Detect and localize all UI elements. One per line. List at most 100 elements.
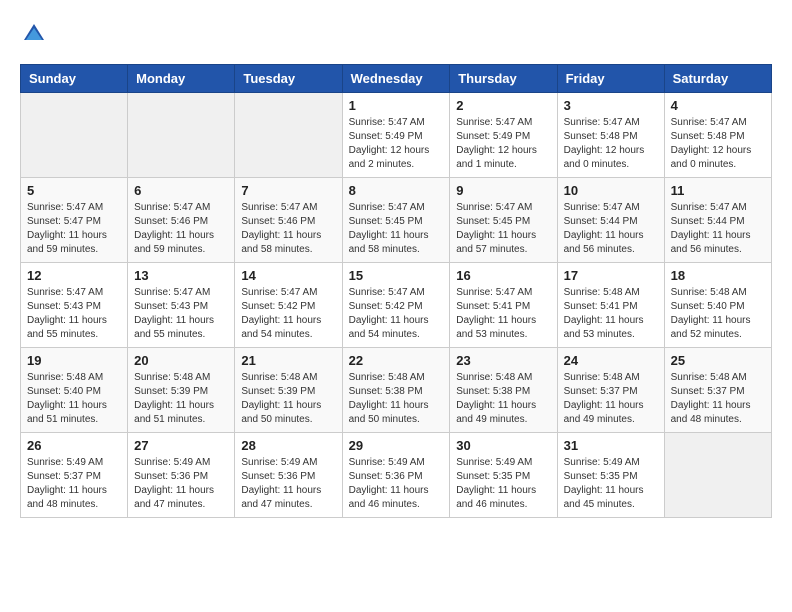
day-info: Sunrise: 5:49 AMSunset: 5:36 PMDaylight:… xyxy=(241,456,335,512)
day-number: 1 xyxy=(349,98,444,113)
day-info: Sunrise: 5:47 AMSunset: 5:46 PMDaylight:… xyxy=(134,201,228,257)
day-cell: 25Sunrise: 5:48 AMSunset: 5:37 PMDayligh… xyxy=(664,348,771,433)
day-number: 13 xyxy=(134,268,228,283)
day-cell: 22 Sunrise: 5:48 AMSunset: 5:38 PMDayligh… xyxy=(342,348,450,433)
day-cell xyxy=(21,93,128,178)
day-cell: 11 Sunrise: 5:47 AMSunset: 5:44 PMDayligh… xyxy=(664,178,771,263)
day-info: Sunrise: 5:47 AMSunset: 5:41 PMDaylight:… xyxy=(456,286,550,342)
day-number: 27 xyxy=(134,438,228,453)
day-number: 15 xyxy=(349,268,444,283)
day-number: 4 xyxy=(671,98,765,113)
week-row-5: 26 Sunrise: 5:49 AMSunset: 5:37 PMDayligh… xyxy=(21,433,772,518)
day-info: Sunrise: 5:47 AMSunset: 5:42 PMDaylight:… xyxy=(349,286,444,342)
day-info: Sunrise: 5:48 AMSunset: 5:39 PMDaylight:… xyxy=(241,371,335,427)
day-info: Sunrise: 5:47 AMSunset: 5:48 PMDaylight:… xyxy=(671,116,765,172)
day-info: Sunrise: 5:48 AMSunset: 5:41 PMDaylight:… xyxy=(564,286,658,342)
day-cell: 20Sunrise: 5:48 AMSunset: 5:39 PMDayligh… xyxy=(128,348,235,433)
calendar: SundayMondayTuesdayWednesdayThursdayFrid… xyxy=(20,64,772,518)
day-cell: 18 Sunrise: 5:48 AMSunset: 5:40 PMDayligh… xyxy=(664,263,771,348)
day-info: Sunrise: 5:48 AMSunset: 5:40 PMDaylight:… xyxy=(671,286,765,342)
day-info: Sunrise: 5:47 AMSunset: 5:45 PMDaylight:… xyxy=(349,201,444,257)
day-header-monday: Monday xyxy=(128,65,235,93)
day-header-wednesday: Wednesday xyxy=(342,65,450,93)
day-number: 12 xyxy=(27,268,121,283)
day-cell: 27 Sunrise: 5:49 AMSunset: 5:36 PMDayligh… xyxy=(128,433,235,518)
day-cell: 13Sunrise: 5:47 AMSunset: 5:43 PMDayligh… xyxy=(128,263,235,348)
day-cell: 24 Sunrise: 5:48 AMSunset: 5:37 PMDayligh… xyxy=(557,348,664,433)
day-cell: 23Sunrise: 5:48 AMSunset: 5:38 PMDayligh… xyxy=(450,348,557,433)
day-number: 28 xyxy=(241,438,335,453)
day-number: 24 xyxy=(564,353,658,368)
day-cell: 2Sunrise: 5:47 AMSunset: 5:49 PMDaylight… xyxy=(450,93,557,178)
day-header-sunday: Sunday xyxy=(21,65,128,93)
day-cell xyxy=(128,93,235,178)
day-number: 5 xyxy=(27,183,121,198)
day-cell: 3 Sunrise: 5:47 AMSunset: 5:48 PMDaylight… xyxy=(557,93,664,178)
day-cell: 6Sunrise: 5:47 AMSunset: 5:46 PMDaylight… xyxy=(128,178,235,263)
day-info: Sunrise: 5:47 AMSunset: 5:46 PMDaylight:… xyxy=(241,201,335,257)
day-info: Sunrise: 5:49 AMSunset: 5:37 PMDaylight:… xyxy=(27,456,121,512)
day-cell: 7 Sunrise: 5:47 AMSunset: 5:46 PMDaylight… xyxy=(235,178,342,263)
day-info: Sunrise: 5:47 AMSunset: 5:49 PMDaylight:… xyxy=(349,116,444,172)
day-header-friday: Friday xyxy=(557,65,664,93)
day-cell: 30 Sunrise: 5:49 AMSunset: 5:35 PMDayligh… xyxy=(450,433,557,518)
day-info: Sunrise: 5:48 AMSunset: 5:37 PMDaylight:… xyxy=(671,371,765,427)
day-cell: 9Sunrise: 5:47 AMSunset: 5:45 PMDaylight… xyxy=(450,178,557,263)
day-cell: 4 Sunrise: 5:47 AMSunset: 5:48 PMDaylight… xyxy=(664,93,771,178)
day-number: 26 xyxy=(27,438,121,453)
day-number: 3 xyxy=(564,98,658,113)
day-number: 10 xyxy=(564,183,658,198)
day-cell: 10 Sunrise: 5:47 AMSunset: 5:44 PMDayligh… xyxy=(557,178,664,263)
day-number: 20 xyxy=(134,353,228,368)
day-cell: 28 Sunrise: 5:49 AMSunset: 5:36 PMDayligh… xyxy=(235,433,342,518)
day-number: 30 xyxy=(456,438,550,453)
day-number: 17 xyxy=(564,268,658,283)
day-info: Sunrise: 5:48 AMSunset: 5:38 PMDaylight:… xyxy=(456,371,550,427)
header-row: SundayMondayTuesdayWednesdayThursdayFrid… xyxy=(21,65,772,93)
week-row-4: 19 Sunrise: 5:48 AMSunset: 5:40 PMDayligh… xyxy=(21,348,772,433)
day-number: 16 xyxy=(456,268,550,283)
day-cell: 1 Sunrise: 5:47 AMSunset: 5:49 PMDaylight… xyxy=(342,93,450,178)
day-info: Sunrise: 5:47 AMSunset: 5:47 PMDaylight:… xyxy=(27,201,121,257)
day-info: Sunrise: 5:49 AMSunset: 5:35 PMDaylight:… xyxy=(564,456,658,512)
day-info: Sunrise: 5:47 AMSunset: 5:44 PMDaylight:… xyxy=(564,201,658,257)
day-number: 21 xyxy=(241,353,335,368)
day-cell: 16 Sunrise: 5:47 AMSunset: 5:41 PMDayligh… xyxy=(450,263,557,348)
day-cell xyxy=(235,93,342,178)
day-number: 18 xyxy=(671,268,765,283)
day-info: Sunrise: 5:49 AMSunset: 5:36 PMDaylight:… xyxy=(134,456,228,512)
day-info: Sunrise: 5:47 AMSunset: 5:43 PMDaylight:… xyxy=(27,286,121,342)
day-info: Sunrise: 5:48 AMSunset: 5:38 PMDaylight:… xyxy=(349,371,444,427)
day-number: 19 xyxy=(27,353,121,368)
day-info: Sunrise: 5:47 AMSunset: 5:48 PMDaylight:… xyxy=(564,116,658,172)
week-row-1: 1 Sunrise: 5:47 AMSunset: 5:49 PMDaylight… xyxy=(21,93,772,178)
day-info: Sunrise: 5:47 AMSunset: 5:42 PMDaylight:… xyxy=(241,286,335,342)
day-number: 11 xyxy=(671,183,765,198)
day-number: 8 xyxy=(349,183,444,198)
page-header xyxy=(20,20,772,48)
day-info: Sunrise: 5:48 AMSunset: 5:37 PMDaylight:… xyxy=(564,371,658,427)
day-header-tuesday: Tuesday xyxy=(235,65,342,93)
day-info: Sunrise: 5:49 AMSunset: 5:36 PMDaylight:… xyxy=(349,456,444,512)
week-row-3: 12 Sunrise: 5:47 AMSunset: 5:43 PMDayligh… xyxy=(21,263,772,348)
day-header-saturday: Saturday xyxy=(664,65,771,93)
day-number: 22 xyxy=(349,353,444,368)
day-cell: 31Sunrise: 5:49 AMSunset: 5:35 PMDayligh… xyxy=(557,433,664,518)
day-cell xyxy=(664,433,771,518)
day-number: 2 xyxy=(456,98,550,113)
day-cell: 15 Sunrise: 5:47 AMSunset: 5:42 PMDayligh… xyxy=(342,263,450,348)
day-number: 9 xyxy=(456,183,550,198)
logo-icon xyxy=(20,20,48,48)
day-cell: 5 Sunrise: 5:47 AMSunset: 5:47 PMDaylight… xyxy=(21,178,128,263)
day-header-thursday: Thursday xyxy=(450,65,557,93)
day-cell: 12 Sunrise: 5:47 AMSunset: 5:43 PMDayligh… xyxy=(21,263,128,348)
day-cell: 19 Sunrise: 5:48 AMSunset: 5:40 PMDayligh… xyxy=(21,348,128,433)
day-cell: 17 Sunrise: 5:48 AMSunset: 5:41 PMDayligh… xyxy=(557,263,664,348)
day-info: Sunrise: 5:49 AMSunset: 5:35 PMDaylight:… xyxy=(456,456,550,512)
logo xyxy=(20,20,52,48)
day-number: 7 xyxy=(241,183,335,198)
day-info: Sunrise: 5:48 AMSunset: 5:40 PMDaylight:… xyxy=(27,371,121,427)
day-info: Sunrise: 5:47 AMSunset: 5:44 PMDaylight:… xyxy=(671,201,765,257)
week-row-2: 5 Sunrise: 5:47 AMSunset: 5:47 PMDaylight… xyxy=(21,178,772,263)
day-cell: 21 Sunrise: 5:48 AMSunset: 5:39 PMDayligh… xyxy=(235,348,342,433)
